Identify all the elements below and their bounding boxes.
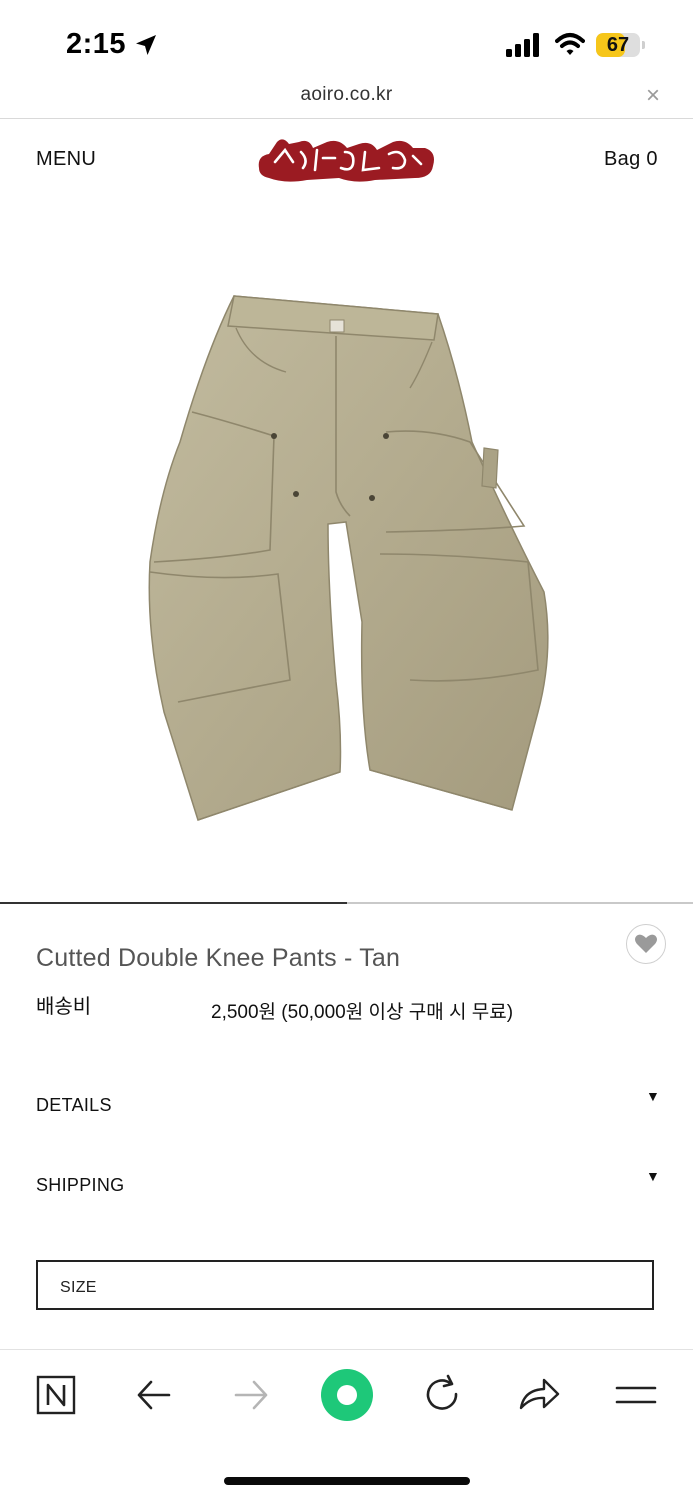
- reload-icon[interactable]: [419, 1372, 465, 1418]
- home-icon[interactable]: [320, 1368, 374, 1422]
- location-arrow-icon: [136, 35, 156, 55]
- caret-down-icon[interactable]: ▼: [646, 1088, 660, 1104]
- naver-icon[interactable]: [33, 1372, 79, 1418]
- url-divider: [0, 118, 693, 119]
- wishlist-button[interactable]: [626, 924, 666, 964]
- shipping-fee-value: 2,500원 (50,000원 이상 구매 시 무료): [211, 1002, 514, 1023]
- shipping-accordion[interactable]: SHIPPING: [36, 1175, 124, 1196]
- shipping-fee-label: 배송비: [36, 996, 92, 1018]
- menu-button[interactable]: MENU: [36, 148, 96, 171]
- forward-icon: [234, 1380, 268, 1410]
- toolbar-divider: [0, 1349, 693, 1350]
- cellular-signal-icon: [506, 33, 539, 57]
- battery-indicator: 67: [596, 33, 646, 58]
- details-accordion[interactable]: DETAILS: [36, 1095, 112, 1116]
- close-icon[interactable]: ×: [646, 84, 660, 108]
- size-select[interactable]: SIZE: [36, 1260, 654, 1310]
- home-indicator[interactable]: [224, 1477, 470, 1485]
- site-logo[interactable]: [255, 134, 437, 186]
- url-text[interactable]: aoiro.co.kr: [0, 84, 693, 106]
- product-title: Cutted Double Knee Pants - Tan: [36, 944, 401, 972]
- bag-button[interactable]: Bag 0: [604, 148, 658, 171]
- caret-down-icon[interactable]: ▼: [646, 1168, 660, 1184]
- wifi-icon: [555, 33, 585, 55]
- size-select-label: SIZE: [60, 1279, 97, 1296]
- menu-icon[interactable]: [613, 1372, 659, 1418]
- share-icon[interactable]: [516, 1372, 562, 1418]
- heart-icon: [635, 934, 657, 953]
- battery-percent: 67: [606, 34, 630, 56]
- status-time: 2:15: [66, 28, 127, 60]
- carousel-active-indicator: [0, 902, 347, 904]
- back-icon[interactable]: [131, 1372, 177, 1418]
- product-image[interactable]: [140, 292, 552, 826]
